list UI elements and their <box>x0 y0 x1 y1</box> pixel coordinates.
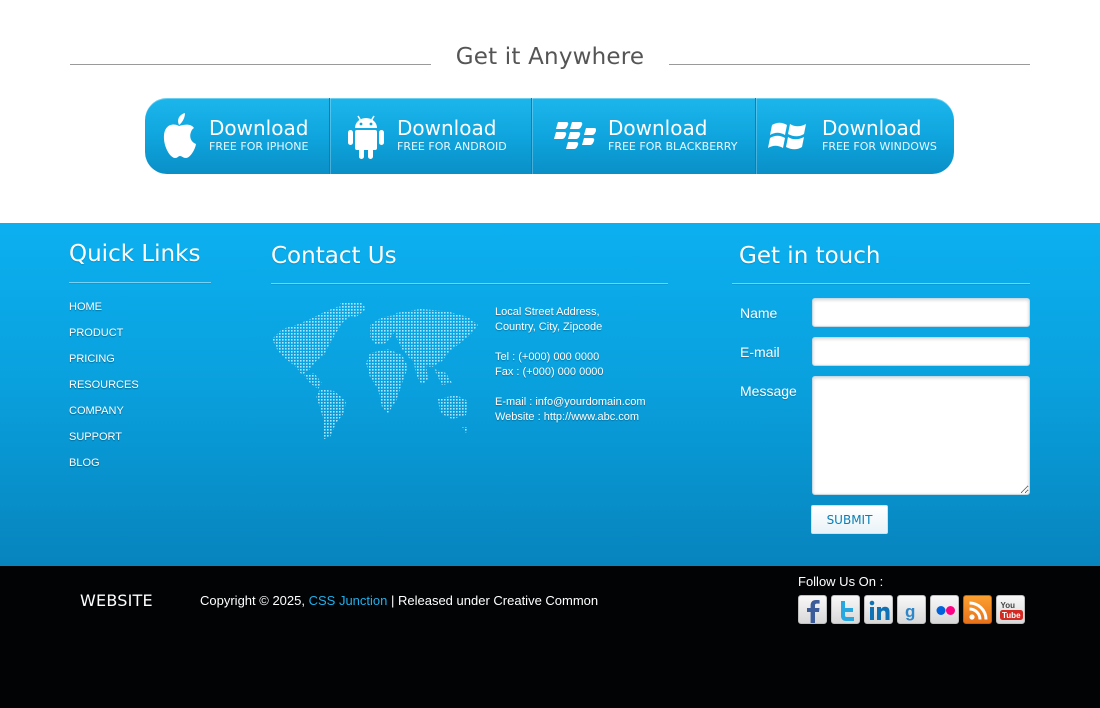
list-item: SUPPORT <box>69 427 139 453</box>
download-windows-button[interactable]: Download FREE FOR WINDOWS <box>755 98 954 174</box>
svg-text:g: g <box>905 602 915 621</box>
css-junction-link[interactable]: CSS Junction <box>309 593 388 608</box>
message-field[interactable] <box>812 376 1030 495</box>
download-bar: Download FREE FOR IPHONE Download FREE F… <box>145 98 954 174</box>
download-sub: FREE FOR ANDROID <box>397 140 507 153</box>
quick-link-blog[interactable]: BLOG <box>69 457 100 469</box>
copyright-text: Copyright © 2025, CSS Junction | Release… <box>200 593 598 608</box>
quick-link-home[interactable]: HOME <box>69 301 102 313</box>
download-blackberry-button[interactable]: Download FREE FOR BLACKBERRY <box>531 98 755 174</box>
quick-links-title: Quick Links <box>69 241 201 267</box>
blackberry-icon <box>554 122 596 149</box>
contact-divider <box>271 283 668 284</box>
contact-info: Local Street Address, Country, City, Zip… <box>495 305 646 425</box>
social-icons: g You Tube <box>798 595 1029 624</box>
quick-link-resources[interactable]: RESOURCES <box>69 379 139 391</box>
list-item: COMPANY <box>69 401 139 427</box>
title-rule-right <box>669 64 1030 65</box>
list-item: PRODUCT <box>69 323 139 349</box>
list-item: HOME <box>69 297 139 323</box>
footer-bottom: WEBSITE Copyright © 2025, CSS Junction |… <box>0 566 1100 708</box>
android-icon <box>348 115 384 159</box>
download-section: Get it Anywhere Download FREE FOR IPHONE <box>0 0 1100 223</box>
quick-link-support[interactable]: SUPPORT <box>69 431 122 443</box>
tel-text: Tel : (+000) 000 0000 <box>495 351 600 363</box>
download-sub: FREE FOR WINDOWS <box>822 140 937 153</box>
email-label: E-mail <box>740 344 780 360</box>
list-item: BLOG <box>69 453 139 479</box>
quick-links-list: HOME PRODUCT PRICING RESOURCES COMPANY S… <box>69 297 139 479</box>
fax-text: Fax : (+000) 000 0000 <box>495 366 604 378</box>
submit-button[interactable]: SUBMIT <box>811 505 888 534</box>
footer-main: Quick Links HOME PRODUCT PRICING RESOURC… <box>0 223 1100 566</box>
quick-link-product[interactable]: PRODUCT <box>69 327 123 339</box>
download-label: Download <box>397 116 497 140</box>
section-title: Get it Anywhere <box>455 44 645 70</box>
list-item: RESOURCES <box>69 375 139 401</box>
facebook-icon[interactable] <box>798 595 827 624</box>
download-sub: FREE FOR BLACKBERRY <box>608 140 738 153</box>
svg-text:Tube: Tube <box>1002 611 1021 620</box>
download-sub: FREE FOR IPHONE <box>209 140 309 153</box>
copyright-prefix: Copyright © 2025, <box>200 593 305 608</box>
message-label: Message <box>740 383 797 399</box>
title-rule-left <box>70 64 431 65</box>
quick-links-divider <box>69 282 211 283</box>
windows-icon <box>768 122 806 150</box>
contact-title: Contact Us <box>271 243 397 269</box>
download-android-button[interactable]: Download FREE FOR ANDROID <box>329 98 531 174</box>
apple-icon <box>163 113 196 158</box>
quick-link-company[interactable]: COMPANY <box>69 405 124 417</box>
rss-icon[interactable] <box>963 595 992 624</box>
email-text: E-mail : info@yourdomain.com <box>495 396 646 408</box>
google-icon[interactable]: g <box>897 595 926 624</box>
quick-link-pricing[interactable]: PRICING <box>69 353 115 365</box>
download-label: Download <box>209 116 309 140</box>
touch-title: Get in touch <box>739 243 881 269</box>
list-item: PRICING <box>69 349 139 375</box>
site-logo[interactable]: WEBSITE <box>80 591 153 610</box>
email-field[interactable] <box>812 337 1030 366</box>
download-iphone-button[interactable]: Download FREE FOR IPHONE <box>145 98 329 174</box>
follow-label: Follow Us On : <box>798 574 884 589</box>
linkedin-icon[interactable] <box>864 595 893 624</box>
name-field[interactable] <box>812 298 1030 327</box>
download-label: Download <box>822 116 922 140</box>
touch-divider <box>732 283 1030 284</box>
svg-text:You: You <box>1001 601 1016 610</box>
youtube-icon[interactable]: You Tube <box>996 595 1025 624</box>
world-map-image <box>272 303 478 439</box>
address-line: Local Street Address, <box>495 306 600 318</box>
flickr-icon[interactable] <box>930 595 959 624</box>
address-line: Country, City, Zipcode <box>495 321 603 333</box>
twitter-icon[interactable] <box>831 595 860 624</box>
name-label: Name <box>740 305 778 321</box>
download-label: Download <box>608 116 708 140</box>
website-text: Website : http://www.abc.com <box>495 411 640 423</box>
copyright-suffix: | Released under Creative Common <box>391 593 599 608</box>
